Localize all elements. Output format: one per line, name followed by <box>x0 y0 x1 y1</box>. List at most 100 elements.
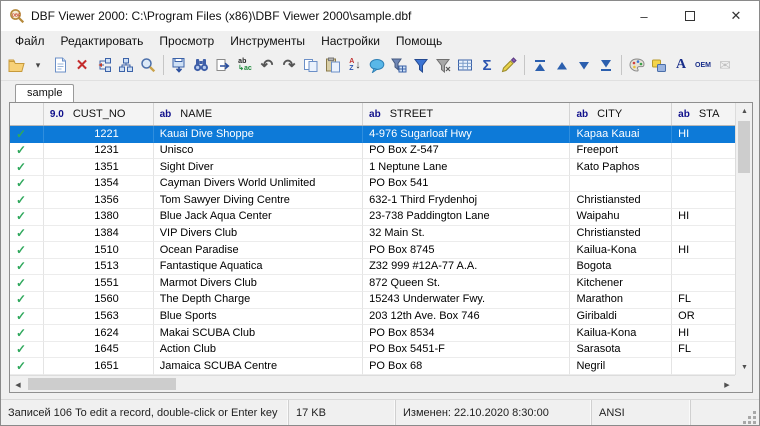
row-selector: ✓ <box>10 142 44 160</box>
table-row[interactable]: ✓ 1563 Blue Sports 203 12th Ave. Box 746 Gir… <box>10 308 735 326</box>
email-button: ✉ <box>719 57 731 73</box>
menu-help[interactable]: Помощь <box>388 32 450 50</box>
format-button[interactable] <box>498 53 520 77</box>
horizontal-scrollbar[interactable]: ◀ ▶ <box>10 375 735 392</box>
table-row[interactable]: ✓ 1560 The Depth Charge 15243 Underwater Fw… <box>10 291 735 309</box>
menu-view[interactable]: Просмотр <box>151 32 222 50</box>
record-check-icon: ✓ <box>16 358 27 373</box>
maximize-icon <box>685 11 695 21</box>
cell-street: 872 Queen St. <box>363 275 571 292</box>
theme-button[interactable] <box>648 53 670 77</box>
tab-sample[interactable]: sample <box>15 84 75 103</box>
table-row[interactable]: ✓ 1513 Fantastique Aquatica Z32 999 #12A-77… <box>10 258 735 276</box>
cell-state <box>672 159 735 176</box>
table-row[interactable]: ✓ 1551 Marmot Divers Club 872 Queen St. Kitc… <box>10 275 735 292</box>
cell-state: FL <box>672 292 735 309</box>
cell-cust-no: 1221 <box>43 126 154 143</box>
table-row[interactable]: ✓ 1510 Ocean Paradise PO Box 8745 Kailua-Kon… <box>10 242 735 259</box>
window-title: DBF Viewer 2000: C:\Program Files (x86)\… <box>31 9 412 23</box>
field-layout-button[interactable] <box>115 53 137 77</box>
table-row[interactable]: ✓ 1356 Tom Sawyer Diving Centre 632-1 Third… <box>10 192 735 209</box>
scroll-up-icon[interactable]: ▲ <box>736 103 753 119</box>
table-row[interactable]: ✓ 1354 Cayman Divers World Unlimited PO Box… <box>10 175 735 193</box>
close-button[interactable]: ✕ <box>713 1 759 31</box>
cell-cust-no: 1645 <box>43 341 154 359</box>
table-row[interactable]: ✓ 1231 Unisco PO Box Z-547 Freeport <box>10 142 735 160</box>
filter-button[interactable] <box>410 53 432 77</box>
header-name[interactable]: ab NAME <box>154 103 364 125</box>
memo-button[interactable] <box>366 53 388 77</box>
sort-button[interactable]: A Z ↓ <box>344 53 366 77</box>
oem-charset-button[interactable]: OEM <box>692 53 714 77</box>
cell-cust-no: 1356 <box>43 192 154 209</box>
sum-button[interactable]: Σ <box>476 53 498 77</box>
table-row[interactable]: ✓ 1624 Makai SCUBA Club PO Box 8534 Kailua-K… <box>10 325 735 342</box>
scroll-down-icon[interactable]: ▼ <box>736 359 753 375</box>
row-selector: ✓ <box>10 126 44 143</box>
new-file-button[interactable] <box>49 53 71 77</box>
redo-button[interactable]: ↷ <box>278 53 300 77</box>
table-row[interactable]: ✓ 1651 Jamaica SCUBA Centre PO Box 68 Negril <box>10 358 735 375</box>
horizontal-scroll-thumb[interactable] <box>28 378 176 390</box>
vertical-scroll-thumb[interactable] <box>738 121 750 173</box>
resize-grip[interactable] <box>753 411 756 414</box>
header-cust-no[interactable]: 9.0 CUST_NO <box>44 103 154 125</box>
delete-record-button[interactable]: ✕ <box>71 53 93 77</box>
record-check-icon: ✓ <box>16 192 27 207</box>
menu-edit[interactable]: Редактировать <box>53 32 152 50</box>
clear-filter-button[interactable] <box>432 53 454 77</box>
font-button[interactable]: A <box>670 53 692 77</box>
minimize-button[interactable]: – <box>621 1 667 31</box>
cell-name: Blue Sports <box>153 308 364 326</box>
header-city[interactable]: ab CITY <box>570 103 673 125</box>
colors-button[interactable] <box>626 53 648 77</box>
cell-name: Sight Diver <box>153 159 364 176</box>
record-check-icon: ✓ <box>16 325 27 340</box>
paste-button[interactable] <box>322 53 344 77</box>
row-selector: ✓ <box>10 192 44 209</box>
cell-cust-no: 1624 <box>43 325 154 342</box>
cell-state <box>672 192 735 209</box>
header-state[interactable]: ab STA <box>672 103 735 125</box>
row-selector: ✓ <box>10 291 44 309</box>
status-modified: Изменен: 22.10.2020 8:30:00 <box>396 400 592 425</box>
vertical-scrollbar[interactable]: ▲ ▼ <box>735 103 752 375</box>
cell-state <box>672 143 735 160</box>
table-row[interactable]: ✓ 1380 Blue Jack Aqua Center 23-738 Padding… <box>10 208 735 226</box>
grid-options-button[interactable] <box>454 53 476 77</box>
record-check-icon: ✓ <box>16 342 27 357</box>
last-record-button[interactable] <box>595 53 617 77</box>
filter-builder-button[interactable] <box>388 53 410 77</box>
table-row[interactable]: ✓ 1221 Kauai Dive Shoppe 4-976 Sugarloaf Hw… <box>10 126 735 143</box>
menu-settings[interactable]: Настройки <box>313 32 388 50</box>
maximize-button[interactable] <box>667 1 713 31</box>
table-row[interactable]: ✓ 1384 VIP Divers Club 32 Main St. Christian… <box>10 225 735 243</box>
copy-button[interactable] <box>300 53 322 77</box>
scroll-left-icon[interactable]: ◀ <box>10 376 26 393</box>
cell-street: PO Box 8534 <box>363 325 571 342</box>
undo-button[interactable]: ↶ <box>256 53 278 77</box>
export-button[interactable] <box>168 53 190 77</box>
cell-cust-no: 1651 <box>43 358 154 375</box>
menu-file[interactable]: Файл <box>7 32 53 50</box>
table-row[interactable]: ✓ 1645 Action Club PO Box 5451-F Sarasota FL <box>10 341 735 359</box>
edit-structure-button[interactable] <box>93 53 115 77</box>
cell-state: HI <box>672 209 735 226</box>
status-file-size: 17 KB <box>289 400 396 425</box>
open-file-dropdown[interactable]: ▾ <box>27 53 49 77</box>
next-record-button[interactable] <box>573 53 595 77</box>
first-record-button[interactable] <box>529 53 551 77</box>
table-row[interactable]: ✓ 1351 Sight Diver 1 Neptune Lane Kato Papho… <box>10 159 735 176</box>
open-file-button[interactable] <box>5 53 27 77</box>
scroll-right-icon[interactable]: ▶ <box>719 376 735 393</box>
cell-cust-no: 1351 <box>43 159 154 176</box>
cell-name: Cayman Divers World Unlimited <box>153 175 364 193</box>
find-next-button[interactable] <box>212 53 234 77</box>
menu-tools[interactable]: Инструменты <box>222 32 313 50</box>
header-street[interactable]: ab STREET <box>363 103 571 125</box>
find-button[interactable] <box>190 53 212 77</box>
replace-button[interactable]: ab ↳ac <box>234 53 256 77</box>
prev-record-button[interactable] <box>551 53 573 77</box>
record-check-icon: ✓ <box>16 209 27 224</box>
zoom-view-button[interactable] <box>137 53 159 77</box>
